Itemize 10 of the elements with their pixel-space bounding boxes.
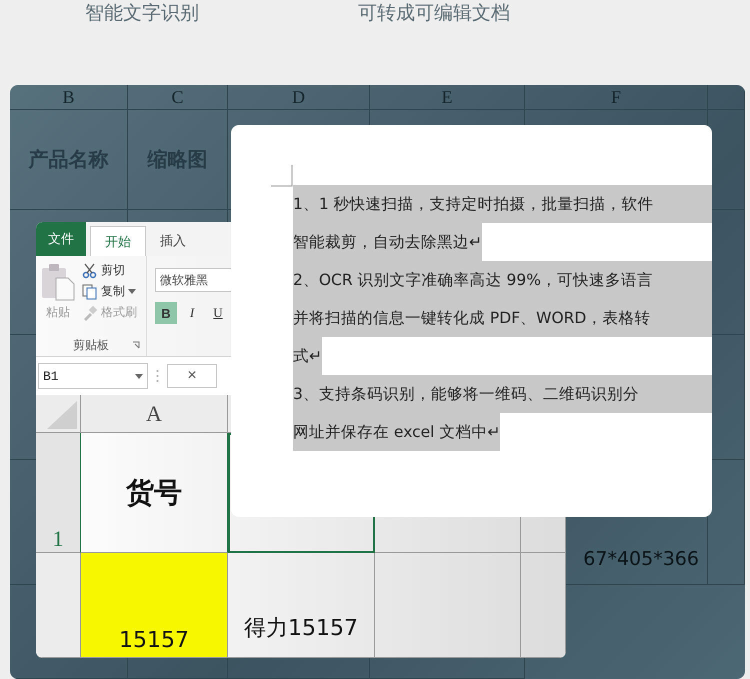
caption: 智能文字识别 (85, 1, 199, 26)
column-header: F (525, 85, 708, 110)
column-header: B (10, 85, 128, 110)
caption: 可转成可编辑文档 (358, 1, 510, 26)
group-label: 剪贴板 (73, 336, 109, 354)
column-header: E (370, 85, 525, 110)
column-header: D (228, 85, 370, 110)
column-header: C (128, 85, 228, 110)
table-cell: 得力15157 (228, 553, 375, 658)
table-cell: 15157 (81, 553, 228, 658)
